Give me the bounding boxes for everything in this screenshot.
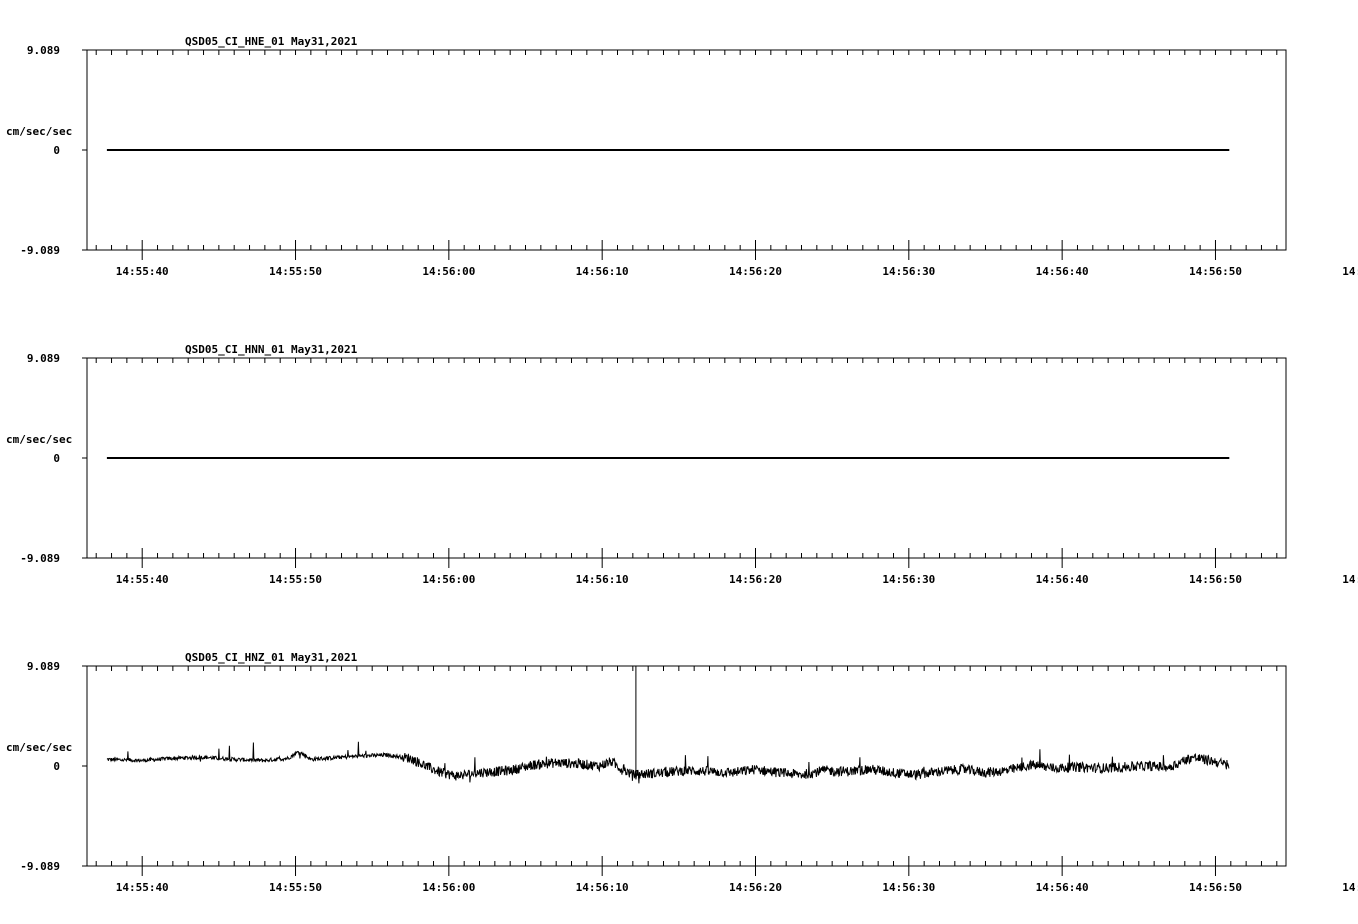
panel-title: QSD05_CI_HNE_01 May31,2021 [185,35,358,48]
y-tick-label-min: -9.089 [20,552,60,565]
y-axis-label: cm/sec/sec [6,125,72,138]
x-tick-label: 14:56:00 [422,881,475,894]
x-tick-label: 14:56:20 [729,881,782,894]
trace-line [106,741,1230,784]
x-tick-label: 14:56:40 [1036,573,1089,586]
y-tick-label-max: 9.089 [27,660,60,673]
x-tick-label: 14:56:40 [1036,881,1089,894]
x-tick-label: 14:56:30 [882,265,935,278]
panel-hnz: QSD05_CI_HNZ_01 May31,2021 cm/sec/sec 9.… [6,651,1358,894]
y-tick-label-min: -9.089 [20,244,60,257]
x-tick-label: 14:56:20 [729,573,782,586]
x-tick-label: 14:56:50 [1189,265,1242,278]
x-tick-label: 14:56:30 [882,881,935,894]
x-tick-label: 14:55:50 [269,265,322,278]
x-tick-label: 14:55:50 [269,881,322,894]
x-tick-label: 14:56:10 [576,881,629,894]
panel-hnn: QSD05_CI_HNN_01 May31,2021 cm/sec/sec 9.… [6,343,1358,586]
x-tick-label: 14:56:50 [1189,881,1242,894]
x-tick-label: 14:56:00 [422,265,475,278]
panel-hne: QSD05_CI_HNE_01 May31,2021 cm/sec/sec 9.… [6,35,1358,278]
y-tick-label-zero: 0 [53,760,60,773]
x-tick-label: 14:55:40 [116,881,169,894]
panel-title: QSD05_CI_HNN_01 May31,2021 [185,343,358,356]
panel-title: QSD05_CI_HNZ_01 May31,2021 [185,651,358,664]
y-tick-label-zero: 0 [53,144,60,157]
x-tick-label: 14:57:00 [1342,881,1358,894]
x-tick-label: 14:56:40 [1036,265,1089,278]
x-tick-label: 14:56:20 [729,265,782,278]
y-tick-label-max: 9.089 [27,352,60,365]
x-tick-label: 14:55:50 [269,573,322,586]
x-tick-label: 14:57:00 [1342,573,1358,586]
y-tick-label-max: 9.089 [27,44,60,57]
y-axis-label: cm/sec/sec [6,741,72,754]
seismogram-figure: QSD05_CI_HNE_01 May31,2021 cm/sec/sec 9.… [6,35,1358,894]
x-tick-label: 14:57:00 [1342,265,1358,278]
x-tick-label: 14:56:50 [1189,573,1242,586]
x-tick-label: 14:56:30 [882,573,935,586]
x-tick-label: 14:56:10 [576,265,629,278]
x-tick-label: 14:55:40 [116,265,169,278]
x-tick-label: 14:55:40 [116,573,169,586]
y-tick-label-zero: 0 [53,452,60,465]
y-tick-label-min: -9.089 [20,860,60,873]
x-tick-label: 14:56:10 [576,573,629,586]
y-axis-label: cm/sec/sec [6,433,72,446]
x-tick-label: 14:56:00 [422,573,475,586]
